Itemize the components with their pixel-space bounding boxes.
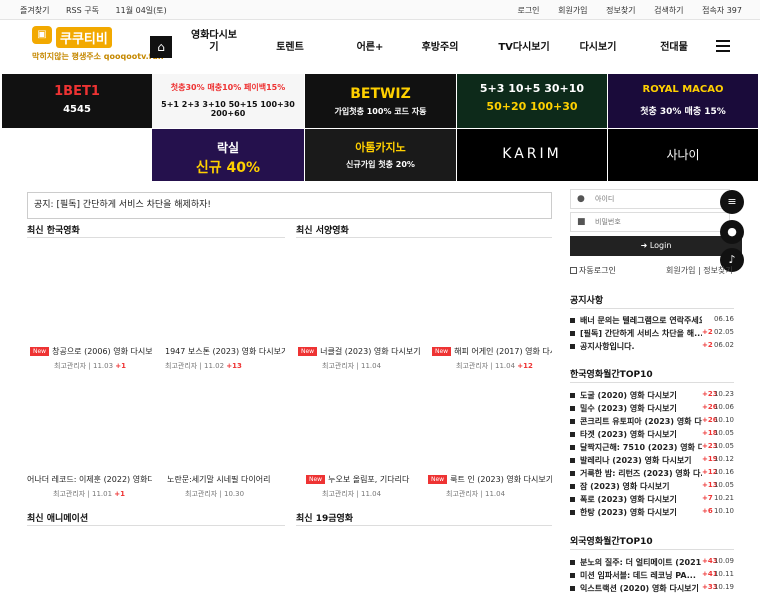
divider xyxy=(570,382,734,383)
banner-ad[interactable]: 아톰카지노 신규가입 첫충 20% xyxy=(305,129,456,181)
side-notice-item[interactable]: [필독] 간단하게 서비스 차단을 해... +2 02.05 xyxy=(570,328,734,341)
date-text: 11월 04일(토) xyxy=(115,6,167,15)
side-korean-item[interactable]: 도굴 (2020) 영화 다시보기 +23 10.23 xyxy=(570,390,734,403)
info-find-link[interactable]: 정보찾기 xyxy=(703,266,732,275)
new-badge: New xyxy=(428,475,448,484)
banner-ad[interactable]: 5+3 10+5 30+10 50+20 100+30 xyxy=(457,74,607,128)
top-bar: 즐겨찾기 RSS 구독 11월 04일(토) 로그인 회원가입 정보찾기 검색하… xyxy=(0,0,760,20)
nav-item[interactable]: 영화다시보기 xyxy=(188,30,240,54)
movie-item[interactable]: New 누오보 올림포, 기다리다 최고관리자 | 11.04 xyxy=(306,474,422,499)
tv-icon: ▣ xyxy=(32,26,52,44)
movie-item[interactable]: 노란문:세기말 시네필 다이어리 최고관리자 | 10.30 xyxy=(167,474,285,499)
list-icon: ≡ xyxy=(727,195,737,208)
bookmark-link[interactable]: 즐겨찾기 xyxy=(20,6,49,15)
new-badge: New xyxy=(298,347,318,356)
menu-fab-button[interactable]: ≡ xyxy=(720,190,744,214)
nav-item[interactable]: TV다시보기 xyxy=(494,42,554,54)
movie-item[interactable]: New 해피 어게인 (2017) 영화 다시 최고관리자 | 11.04 +12 xyxy=(432,346,552,371)
banner-ad[interactable]: 락실 신규 40% xyxy=(152,129,304,181)
nav-item[interactable]: 전대물 xyxy=(654,42,694,54)
side-korean-item[interactable]: 타겟 (2023) 영화 다시보기 +18 10.05 xyxy=(570,429,734,442)
search-link[interactable]: 검색하기 xyxy=(654,6,683,15)
divider xyxy=(296,525,552,526)
side-korean-item[interactable]: 한탕 (2023) 영화 다시보기 +6 10.10 xyxy=(570,507,734,520)
divider xyxy=(570,549,734,550)
visitor-count: 접속자 397 xyxy=(702,6,742,15)
side-korean-item[interactable]: 달짝지근해: 7510 (2023) 영화 다시...+2310.05 xyxy=(570,442,734,455)
find-link[interactable]: 정보찾기 xyxy=(606,6,635,15)
register-links: 회원가입 | 정보찾기 xyxy=(666,266,733,275)
nav-item[interactable]: 어른+ xyxy=(350,42,390,54)
movie-item[interactable]: New 룩트 인 (2023) 영화 다시보기 최고관리자 | 11.04 xyxy=(428,474,552,499)
register-link[interactable]: 회원가입 xyxy=(666,266,695,275)
banner-ad[interactable]: BETWIZ 가입첫충 100% 코드 자동 xyxy=(305,74,456,128)
divider xyxy=(570,308,734,309)
nav-item[interactable]: 다시보기 xyxy=(576,42,620,54)
side-korean-item[interactable]: 발레리나 (2023) 영화 다시보기 +19 10.12 xyxy=(570,455,734,468)
join-link[interactable]: 회원가입 xyxy=(558,6,587,15)
side-korean-item[interactable]: 밀수 (2023) 영화 다시보기 +26 10.06 xyxy=(570,403,734,416)
side-foreign-item[interactable]: 분노의 질주: 더 얼티메이트 (2021)... +43 10.09 xyxy=(570,557,734,570)
side-foreign-title[interactable]: 외국영화월간TOP10 xyxy=(570,534,653,547)
side-korean-item[interactable]: 폭로 (2023) 영화 다시보기 +7 10.21 xyxy=(570,494,734,507)
home-button[interactable]: ⌂ xyxy=(150,36,172,58)
movie-item[interactable]: 1947 보스톤 (2023) 영화 다시보기 최고관리자 | 11.02 +1… xyxy=(165,346,285,371)
home-icon: ⌂ xyxy=(157,40,165,54)
side-korean-title[interactable]: 한국영화월간TOP10 xyxy=(570,367,653,380)
menu-icon[interactable] xyxy=(716,40,730,52)
new-badge: New xyxy=(306,475,326,484)
banner-ad[interactable]: 사나이 xyxy=(608,129,758,181)
side-notice-title[interactable]: 공지사항 xyxy=(570,293,603,306)
lock-icon: ■ xyxy=(577,217,586,227)
login-link[interactable]: 로그인 xyxy=(517,6,539,15)
site-logo[interactable]: ▣ 쿠쿠티비 막히지않는 평생주소 qooqootv.fun xyxy=(32,26,164,70)
logo-name: 쿠쿠티비 xyxy=(56,27,112,48)
rss-link[interactable]: RSS 구독 xyxy=(66,6,99,15)
side-notice-item[interactable]: 공지사항입니다. +2 06.02 xyxy=(570,341,734,354)
login-icon: ➜ xyxy=(640,241,650,250)
login-button[interactable]: ➜ Login xyxy=(570,236,742,256)
side-korean-item[interactable]: 거룩한 밤: 리턴즈 (2023) 영화 다... +12 10.16 xyxy=(570,468,734,481)
movie-item[interactable]: New 창공으로 (2006) 영화 다시보 최고관리자 | 11.03 +1 xyxy=(30,346,152,371)
side-korean-item[interactable]: 콘크리트 유토피아 (2023) 영화 다시보기+2610.10 xyxy=(570,416,734,429)
nav-item[interactable]: 토렌트 xyxy=(270,42,310,54)
banner-ad[interactable]: 첫충30% 매충10% 페이백15% 5+1 2+3 3+10 50+15 10… xyxy=(152,74,304,128)
notice-bar[interactable]: 공지: [필독] 간단하게 서비스 차단을 해제하자! xyxy=(27,192,552,219)
divider xyxy=(27,237,285,238)
user-icon: ● xyxy=(727,225,737,238)
logo-subtitle: 막히지않는 평생주소 qooqootv.fun xyxy=(32,52,164,61)
main-nav: 영화다시보기 토렌트 어른+ 후방주의 TV다시보기 다시보기 전대물 xyxy=(178,28,738,68)
movie-item[interactable]: 어나더 레코드: 이제훈 (2022) 영화다 최고관리자 | 11.01 +1 xyxy=(27,474,152,499)
side-korean-item[interactable]: 잠 (2023) 영화 다시보기 +13 10.05 xyxy=(570,481,734,494)
user-icon: ● xyxy=(577,194,585,204)
banner-ad[interactable]: ROYAL MACAO 첫충 30% 매충 15% xyxy=(608,74,758,128)
divider xyxy=(296,237,552,238)
new-badge: New xyxy=(30,347,50,356)
banner-ad[interactable]: KARIM xyxy=(457,129,607,181)
movie-item[interactable]: New 너클걸 (2023) 영화 다시보기 최고관리자 | 11.04 xyxy=(298,346,420,371)
section-title-korean[interactable]: 최신 한국영화 xyxy=(27,223,80,236)
section-title-adult[interactable]: 최신 19금영화 xyxy=(296,511,353,524)
side-foreign-item[interactable]: 익스트랙션 (2020) 영화 다시보기 +33 10.19 xyxy=(570,583,734,596)
side-notice-item[interactable]: 배너 문의는 텔레그램으로 연락주세요 06.16 xyxy=(570,315,734,328)
side-foreign-item[interactable]: 미션 임파서블: 데드 레코닝 PA... +41 10.11 xyxy=(570,570,734,583)
password-input[interactable]: ■ 비밀번호 xyxy=(570,212,730,232)
nav-item[interactable]: 후방주의 xyxy=(416,42,464,54)
id-input[interactable]: ● 아이디 xyxy=(570,189,730,209)
section-title-western[interactable]: 최신 서양영화 xyxy=(296,223,349,236)
auto-login-checkbox[interactable]: 자동로그인 xyxy=(570,265,616,276)
user-fab-button[interactable]: ● xyxy=(720,220,744,244)
section-title-anime[interactable]: 최신 애니메이션 xyxy=(27,511,88,524)
new-badge: New xyxy=(432,347,452,356)
divider xyxy=(27,525,285,526)
banner-ad[interactable]: 1BET1 4545 xyxy=(2,74,152,128)
